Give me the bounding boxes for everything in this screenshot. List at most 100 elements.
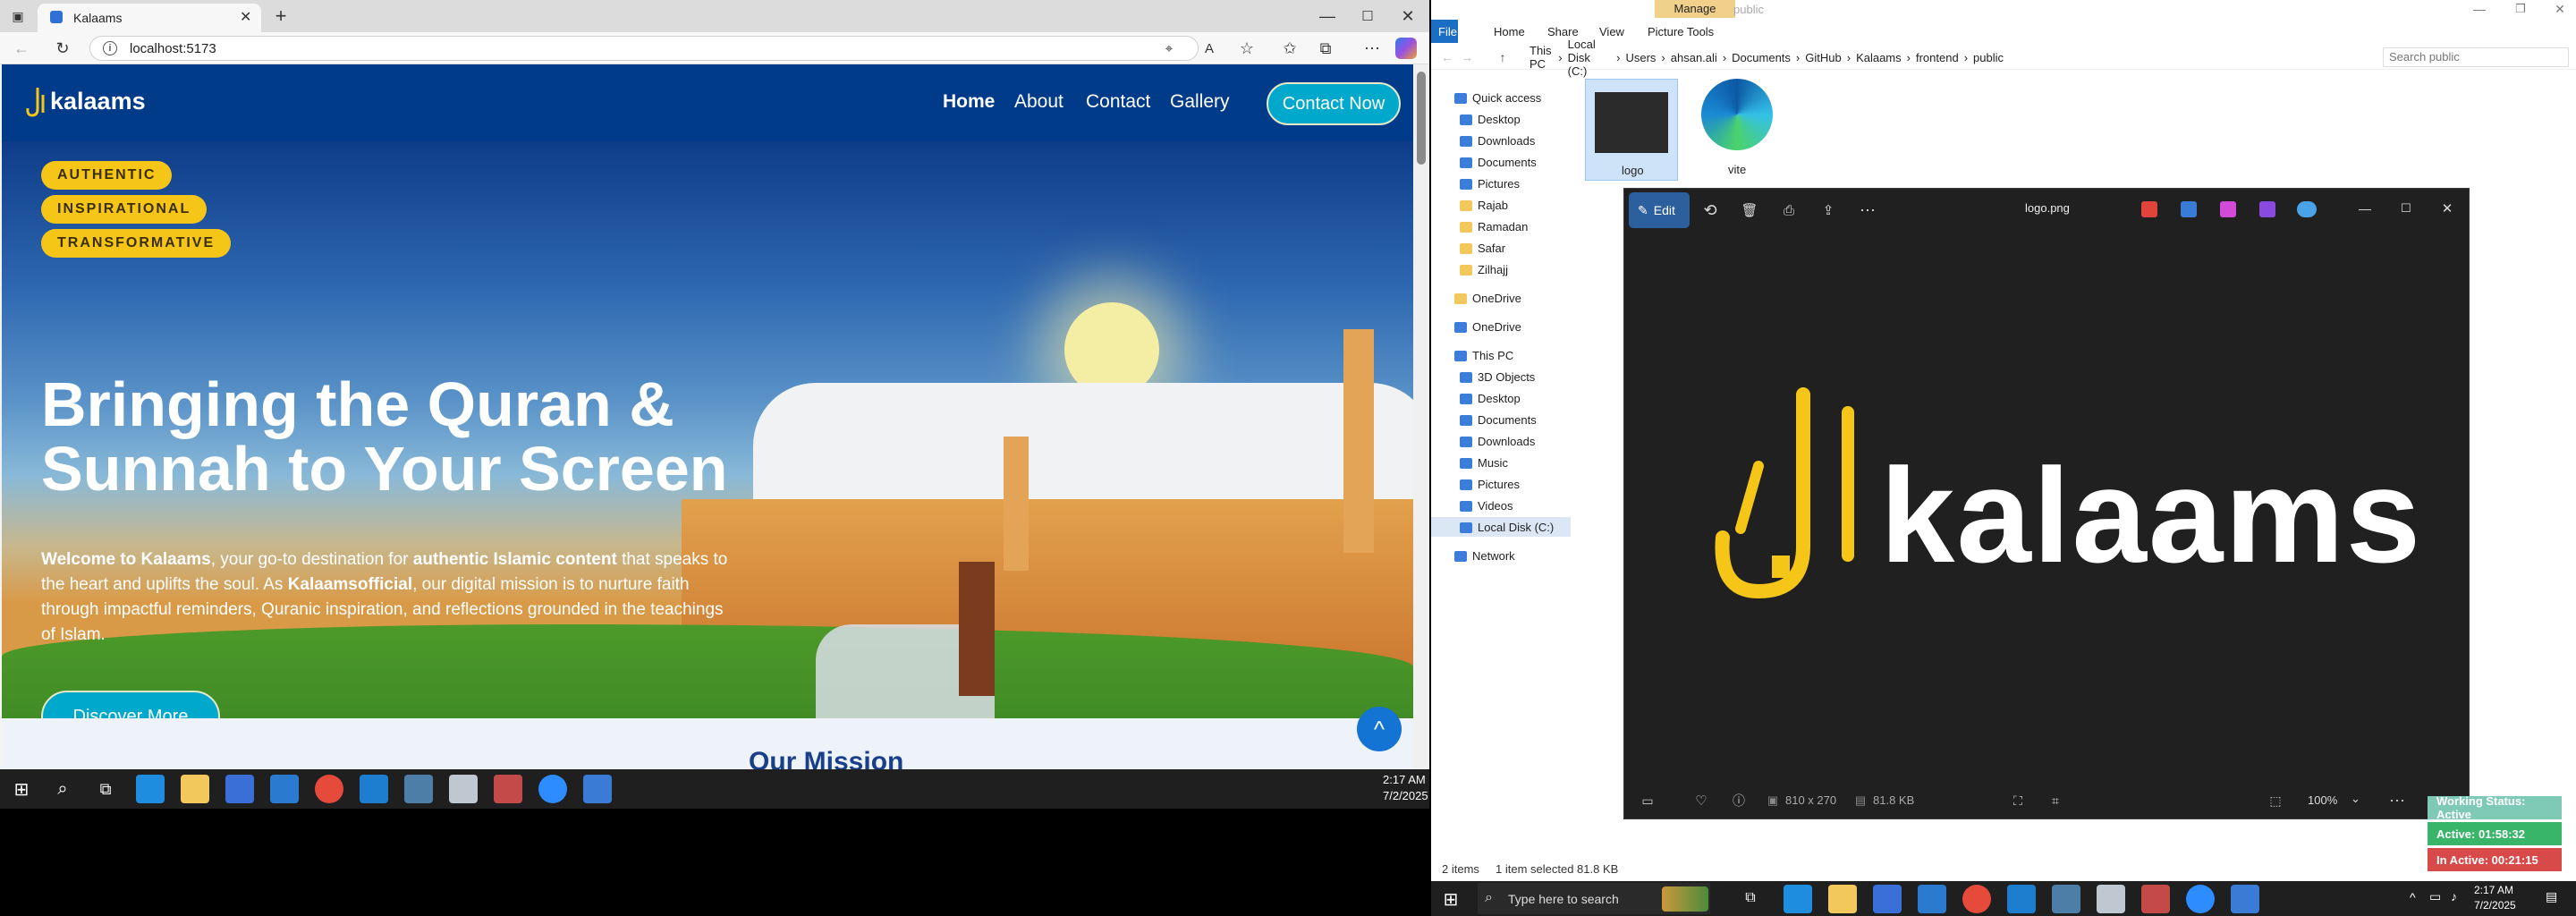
ribbon-manage-tab[interactable]: Manage xyxy=(1655,0,1735,18)
refresh-icon[interactable]: ↻ xyxy=(52,38,73,59)
scan-icon[interactable]: ⌗ xyxy=(2045,790,2066,811)
sidebar-item-desktop[interactable]: Desktop xyxy=(1460,113,1521,126)
app-icon[interactable] xyxy=(2181,201,2197,217)
chrome-taskbar-icon[interactable] xyxy=(1962,885,1991,913)
crumb[interactable]: Users xyxy=(1625,51,1656,64)
taskbar-search-box[interactable]: ⌕ Type here to search xyxy=(1478,883,1710,914)
vscode-taskbar-icon[interactable] xyxy=(2007,885,2036,913)
more-icon[interactable]: ⋯ xyxy=(1853,196,1882,225)
windows-start-icon[interactable]: ⊞ xyxy=(9,776,34,802)
aspect-icon[interactable]: ⬚ xyxy=(2265,790,2286,811)
crumb[interactable]: Local Disk (C:) xyxy=(1568,38,1611,78)
share-icon[interactable]: ⇪ xyxy=(1814,196,1843,225)
zoom-taskbar-icon[interactable] xyxy=(2186,885,2215,913)
app-taskbar-icon[interactable] xyxy=(583,775,612,803)
chevron-up-icon[interactable]: ^ xyxy=(2410,890,2416,904)
sidebar-item-zilhajj[interactable]: Zilhajj xyxy=(1460,263,1508,276)
sidebar-item-downloads[interactable]: Downloads xyxy=(1460,134,1535,148)
scroll-up-button[interactable]: ^ xyxy=(1357,707,1402,751)
menu-home[interactable]: Home xyxy=(1494,25,1525,38)
filmstrip-icon[interactable]: ▭ xyxy=(1637,790,1658,811)
search-input[interactable]: Search public xyxy=(2383,47,2569,67)
sidebar-item-onedrive[interactable]: OneDrive xyxy=(1454,292,1521,305)
breadcrumb[interactable]: This PC › Local Disk (C:) › Users › ahsan.a… xyxy=(1530,38,2004,78)
zoom-level[interactable]: 100% xyxy=(2308,793,2337,807)
crumb[interactable]: public xyxy=(1973,51,2004,64)
store-taskbar-icon[interactable] xyxy=(225,775,254,803)
edit-button[interactable]: ✎ Edit xyxy=(1629,192,1690,228)
close-icon[interactable]: ✕ xyxy=(2436,198,2458,219)
heart-icon[interactable]: ♡ xyxy=(1690,790,1712,811)
nav-contact[interactable]: Contact xyxy=(1086,91,1150,113)
close-icon[interactable]: ✕ xyxy=(1395,4,1420,29)
print-icon[interactable]: ⎙ xyxy=(1775,196,1803,225)
app-taskbar-icon[interactable] xyxy=(494,775,522,803)
edge-taskbar-icon[interactable] xyxy=(1784,885,1812,913)
app-taskbar-icon[interactable] xyxy=(449,775,478,803)
app-taskbar-icon[interactable] xyxy=(2097,885,2125,913)
crumb[interactable]: Documents xyxy=(1732,51,1791,64)
tab-close-icon[interactable]: ✕ xyxy=(240,8,251,26)
crumb[interactable]: frontend xyxy=(1916,51,1959,64)
onedrive-icon[interactable] xyxy=(2297,201,2317,217)
sidebar-item-this-pc[interactable]: This PC xyxy=(1454,349,1513,362)
clock-date[interactable]: 7/2/2025 xyxy=(2474,899,2516,912)
app-taskbar-icon[interactable] xyxy=(2141,885,2170,913)
delete-icon[interactable]: 🗑 xyxy=(1735,196,1764,225)
sidebar-item-desktop-pc[interactable]: Desktop xyxy=(1460,392,1521,405)
clock-time[interactable]: 2:17 AM xyxy=(1383,773,1426,786)
sidebar-item-pictures[interactable]: Pictures xyxy=(1460,177,1520,191)
copilot-icon[interactable] xyxy=(1395,38,1417,59)
maximize-icon[interactable]: ☐ xyxy=(1355,4,1380,29)
sidebar-item-downloads-pc[interactable]: Downloads xyxy=(1460,435,1535,448)
favorites-icon[interactable]: ✩ xyxy=(1279,38,1301,59)
app-taskbar-icon[interactable] xyxy=(2231,885,2259,913)
read-aloud-icon[interactable]: A xyxy=(1199,38,1220,59)
minimize-icon[interactable]: — xyxy=(1315,4,1340,29)
sidebar-item-network[interactable]: Network xyxy=(1454,549,1515,563)
crumb[interactable]: GitHub xyxy=(1805,51,1841,64)
page-scrollbar[interactable] xyxy=(1413,64,1429,769)
crumb[interactable]: This PC xyxy=(1530,44,1553,71)
file-explorer-taskbar-icon[interactable] xyxy=(1828,885,1857,913)
tab-kalaams[interactable]: Kalaams ✕ xyxy=(38,4,261,32)
new-tab-icon[interactable]: + xyxy=(268,4,293,29)
crumb[interactable]: ahsan.ali xyxy=(1671,51,1717,64)
rotate-icon[interactable]: ⟲ xyxy=(1696,196,1724,225)
network-icon[interactable]: ▭ xyxy=(2429,889,2441,904)
app-icon[interactable] xyxy=(2259,201,2275,217)
zoom-taskbar-icon[interactable] xyxy=(538,775,567,803)
sidebar-item-ramadan[interactable]: Ramadan xyxy=(1460,220,1528,233)
chevron-down-icon[interactable]: ⌄ xyxy=(2351,792,2360,806)
open-app-button[interactable]: Open App xyxy=(2456,769,2563,791)
nav-gallery[interactable]: Gallery xyxy=(1170,91,1230,113)
favorite-star-icon[interactable]: ☆ xyxy=(1236,38,1258,59)
clock-time[interactable]: 2:17 AM xyxy=(2474,884,2513,896)
sidebar-item-documents[interactable]: Documents xyxy=(1460,156,1537,169)
forward-icon[interactable]: → xyxy=(1458,48,1476,66)
nav-home[interactable]: Home xyxy=(943,91,995,113)
sidebar-item-safar[interactable]: Safar xyxy=(1460,242,1505,255)
sidebar-item-3d-objects[interactable]: 3D Objects xyxy=(1460,370,1535,384)
mail-taskbar-icon[interactable] xyxy=(270,775,299,803)
app-taskbar-icon[interactable] xyxy=(404,775,433,803)
volume-icon[interactable]: ♪ xyxy=(2451,889,2457,903)
search-icon[interactable]: ⌕ xyxy=(50,776,75,802)
site-logo-text[interactable]: kalaams xyxy=(50,88,146,115)
windows-start-icon[interactable]: ⊞ xyxy=(1438,886,1463,912)
restore-icon[interactable]: ❐ xyxy=(2510,0,2531,18)
tab-actions-icon[interactable]: ▣ xyxy=(9,7,27,25)
info-icon[interactable]: i xyxy=(103,41,117,55)
sidebar-item-rajab[interactable]: Rajab xyxy=(1460,199,1508,212)
scrollbar-thumb[interactable] xyxy=(1417,72,1426,165)
task-view-icon[interactable]: ⧉ xyxy=(1739,886,1762,910)
back-icon[interactable]: ← xyxy=(1438,48,1456,66)
contact-now-button[interactable]: Contact Now xyxy=(1267,82,1401,125)
vscode-taskbar-icon[interactable] xyxy=(360,775,388,803)
sidebar-item-pictures-pc[interactable]: Pictures xyxy=(1460,478,1520,491)
minimize-icon[interactable]: — xyxy=(2469,0,2490,18)
more-icon[interactable]: ⋯ xyxy=(1361,38,1383,59)
file-explorer-taskbar-icon[interactable] xyxy=(181,775,209,803)
file-item-vite[interactable]: vite xyxy=(1690,79,1784,181)
clock-date[interactable]: 7/2/2025 xyxy=(1383,789,1428,802)
